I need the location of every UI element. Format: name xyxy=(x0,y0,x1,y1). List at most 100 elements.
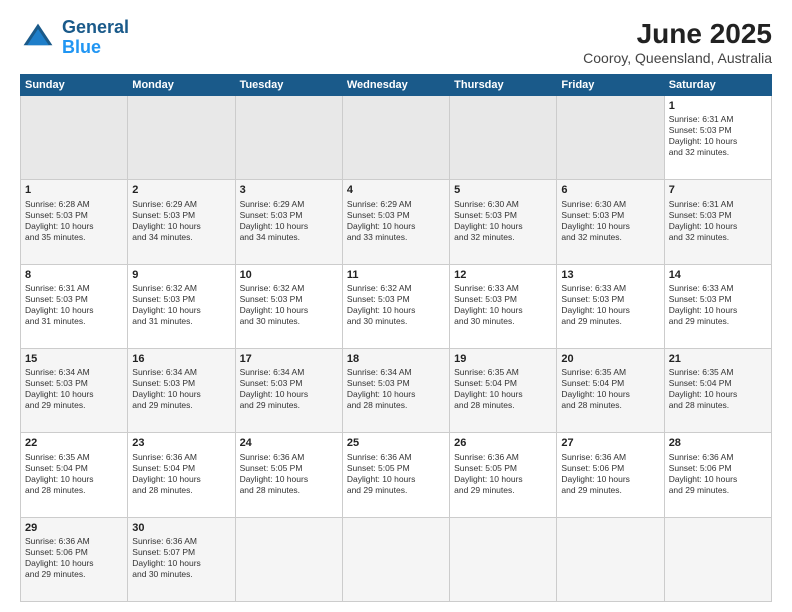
calendar-week-row: 8Sunrise: 6:31 AMSunset: 5:03 PMDaylight… xyxy=(21,264,772,348)
calendar-header-row: Sunday Monday Tuesday Wednesday Thursday… xyxy=(21,75,772,96)
table-row: 19Sunrise: 6:35 AMSunset: 5:04 PMDayligh… xyxy=(450,348,557,432)
day-info: Sunrise: 6:32 AMSunset: 5:03 PMDaylight:… xyxy=(240,283,338,327)
table-row xyxy=(557,517,664,601)
table-row: 27Sunrise: 6:36 AMSunset: 5:06 PMDayligh… xyxy=(557,433,664,517)
day-number: 7 xyxy=(669,183,767,197)
day-info: Sunrise: 6:34 AMSunset: 5:03 PMDaylight:… xyxy=(132,367,230,411)
title-block: June 2025 Cooroy, Queensland, Australia xyxy=(583,18,772,66)
table-row: 3 Sunrise: 6:29 AMSunset: 5:03 PMDaylight… xyxy=(235,180,342,264)
table-row xyxy=(128,96,235,180)
table-row: 4 Sunrise: 6:29 AMSunset: 5:03 PMDaylight… xyxy=(342,180,449,264)
table-row: 7 Sunrise: 6:31 AMSunset: 5:03 PMDaylight… xyxy=(664,180,771,264)
page-title: June 2025 xyxy=(583,18,772,50)
table-row: 9Sunrise: 6:32 AMSunset: 5:03 PMDaylight… xyxy=(128,264,235,348)
day-number: 29 xyxy=(25,521,123,535)
day-info: Sunrise: 6:32 AMSunset: 5:03 PMDaylight:… xyxy=(347,283,445,327)
day-info: Sunrise: 6:33 AMSunset: 5:03 PMDaylight:… xyxy=(454,283,552,327)
day-number: 11 xyxy=(347,268,445,282)
col-tuesday: Tuesday xyxy=(235,75,342,96)
day-number: 30 xyxy=(132,521,230,535)
day-info: Sunrise: 6:33 AMSunset: 5:03 PMDaylight:… xyxy=(669,283,767,327)
col-monday: Monday xyxy=(128,75,235,96)
day-info: Sunrise: 6:29 AMSunset: 5:03 PMDaylight:… xyxy=(132,199,230,243)
table-row: 26Sunrise: 6:36 AMSunset: 5:05 PMDayligh… xyxy=(450,433,557,517)
calendar-week-row: 29Sunrise: 6:36 AMSunset: 5:06 PMDayligh… xyxy=(21,517,772,601)
logo-line2: Blue xyxy=(62,38,129,58)
day-number: 16 xyxy=(132,352,230,366)
table-row: 14Sunrise: 6:33 AMSunset: 5:03 PMDayligh… xyxy=(664,264,771,348)
day-info: Sunrise: 6:36 AMSunset: 5:06 PMDaylight:… xyxy=(561,452,659,496)
day-info: Sunrise: 6:35 AMSunset: 5:04 PMDaylight:… xyxy=(561,367,659,411)
day-number: 13 xyxy=(561,268,659,282)
day-info: Sunrise: 6:30 AMSunset: 5:03 PMDaylight:… xyxy=(561,199,659,243)
day-info: Sunrise: 6:34 AMSunset: 5:03 PMDaylight:… xyxy=(240,367,338,411)
table-row: 2 Sunrise: 6:29 AMSunset: 5:03 PMDaylight… xyxy=(128,180,235,264)
table-row: 30Sunrise: 6:36 AMSunset: 5:07 PMDayligh… xyxy=(128,517,235,601)
day-number: 6 xyxy=(561,183,659,197)
calendar-week-row: 15Sunrise: 6:34 AMSunset: 5:03 PMDayligh… xyxy=(21,348,772,432)
table-row: 16Sunrise: 6:34 AMSunset: 5:03 PMDayligh… xyxy=(128,348,235,432)
day-number: 3 xyxy=(240,183,338,197)
table-row: 5Sunrise: 6:30 AMSunset: 5:03 PMDaylight… xyxy=(450,180,557,264)
table-row: 29Sunrise: 6:36 AMSunset: 5:06 PMDayligh… xyxy=(21,517,128,601)
day-number: 9 xyxy=(132,268,230,282)
day-number: 21 xyxy=(669,352,767,366)
calendar-week-row: 1Sunrise: 6:28 AMSunset: 5:03 PMDaylight… xyxy=(21,180,772,264)
table-row: 20Sunrise: 6:35 AMSunset: 5:04 PMDayligh… xyxy=(557,348,664,432)
day-info: Sunrise: 6:31 AMSunset: 5:03 PMDaylight:… xyxy=(669,199,767,243)
day-info: Sunrise: 6:36 AMSunset: 5:05 PMDaylight:… xyxy=(347,452,445,496)
col-friday: Friday xyxy=(557,75,664,96)
day-info: Sunrise: 6:29 AMSunset: 5:03 PMDaylight:… xyxy=(240,199,338,243)
day-info: Sunrise: 6:35 AMSunset: 5:04 PMDaylight:… xyxy=(25,452,123,496)
day-info: Sunrise: 6:34 AMSunset: 5:03 PMDaylight:… xyxy=(25,367,123,411)
table-row xyxy=(342,96,449,180)
col-wednesday: Wednesday xyxy=(342,75,449,96)
day-number: 22 xyxy=(25,436,123,450)
table-row: 21Sunrise: 6:35 AMSunset: 5:04 PMDayligh… xyxy=(664,348,771,432)
day-number: 1 xyxy=(669,99,767,113)
table-row xyxy=(557,96,664,180)
calendar-week-row: 22 Sunrise: 6:35 AMSunset: 5:04 PMDayligh… xyxy=(21,433,772,517)
day-number: 12 xyxy=(454,268,552,282)
day-info: Sunrise: 6:35 AMSunset: 5:04 PMDaylight:… xyxy=(454,367,552,411)
day-number: 1 xyxy=(25,183,123,197)
day-info: Sunrise: 6:36 AMSunset: 5:07 PMDaylight:… xyxy=(132,536,230,580)
table-row xyxy=(21,96,128,180)
day-info: Sunrise: 6:34 AMSunset: 5:03 PMDaylight:… xyxy=(347,367,445,411)
calendar-week-row: 1Sunrise: 6:31 AMSunset: 5:03 PMDaylight… xyxy=(21,96,772,180)
day-info: Sunrise: 6:31 AMSunset: 5:03 PMDaylight:… xyxy=(669,114,767,158)
day-number: 15 xyxy=(25,352,123,366)
calendar-table: Sunday Monday Tuesday Wednesday Thursday… xyxy=(20,74,772,602)
header: General Blue June 2025 Cooroy, Queenslan… xyxy=(20,18,772,66)
col-thursday: Thursday xyxy=(450,75,557,96)
table-row: 6 Sunrise: 6:30 AMSunset: 5:03 PMDaylight… xyxy=(557,180,664,264)
col-saturday: Saturday xyxy=(664,75,771,96)
page-subtitle: Cooroy, Queensland, Australia xyxy=(583,50,772,66)
table-row: 18Sunrise: 6:34 AMSunset: 5:03 PMDayligh… xyxy=(342,348,449,432)
day-number: 8 xyxy=(25,268,123,282)
day-info: Sunrise: 6:30 AMSunset: 5:03 PMDaylight:… xyxy=(454,199,552,243)
day-number: 4 xyxy=(347,183,445,197)
day-info: Sunrise: 6:32 AMSunset: 5:03 PMDaylight:… xyxy=(132,283,230,327)
logo: General Blue xyxy=(20,18,129,58)
day-number: 2 xyxy=(132,183,230,197)
table-row: 10Sunrise: 6:32 AMSunset: 5:03 PMDayligh… xyxy=(235,264,342,348)
day-number: 20 xyxy=(561,352,659,366)
table-row: 1Sunrise: 6:31 AMSunset: 5:03 PMDaylight… xyxy=(664,96,771,180)
day-number: 10 xyxy=(240,268,338,282)
logo-icon xyxy=(20,20,56,56)
day-number: 24 xyxy=(240,436,338,450)
table-row xyxy=(450,96,557,180)
table-row xyxy=(450,517,557,601)
day-info: Sunrise: 6:36 AMSunset: 5:04 PMDaylight:… xyxy=(132,452,230,496)
table-row: 23 Sunrise: 6:36 AMSunset: 5:04 PMDayligh… xyxy=(128,433,235,517)
table-row xyxy=(664,517,771,601)
day-info: Sunrise: 6:33 AMSunset: 5:03 PMDaylight:… xyxy=(561,283,659,327)
day-info: Sunrise: 6:36 AMSunset: 5:06 PMDaylight:… xyxy=(25,536,123,580)
day-number: 23 xyxy=(132,436,230,450)
table-row: 13Sunrise: 6:33 AMSunset: 5:03 PMDayligh… xyxy=(557,264,664,348)
table-row: 28Sunrise: 6:36 AMSunset: 5:06 PMDayligh… xyxy=(664,433,771,517)
day-info: Sunrise: 6:36 AMSunset: 5:06 PMDaylight:… xyxy=(669,452,767,496)
day-info: Sunrise: 6:29 AMSunset: 5:03 PMDaylight:… xyxy=(347,199,445,243)
table-row xyxy=(235,517,342,601)
